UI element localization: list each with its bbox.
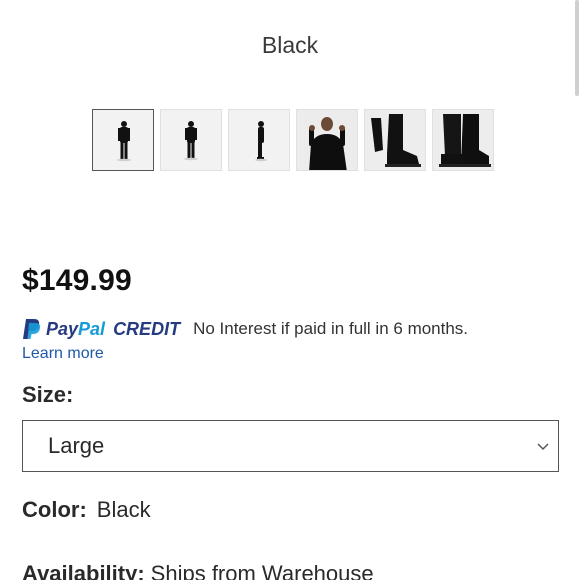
thumbnail-side[interactable] <box>228 109 290 171</box>
availability-value: Ships from Warehouse <box>150 561 374 580</box>
paypal-message: No Interest if paid in full in 6 months. <box>193 319 469 338</box>
boots-image-2 <box>433 110 493 170</box>
paypal-wordmark: PayPal <box>46 319 105 340</box>
paypal-word-pay: Pay <box>46 318 79 339</box>
figure-back-image <box>184 121 198 161</box>
availability-row: Availability: Ships from Warehouse <box>22 561 374 580</box>
paypal-logo[interactable]: PayPal CREDIT <box>22 318 180 340</box>
size-label: Size: <box>22 382 74 407</box>
color-title: Black <box>261 32 319 58</box>
size-selected-value: Large <box>48 433 105 458</box>
thumbnail-boots[interactable] <box>364 109 426 171</box>
chevron-down-icon <box>537 443 549 451</box>
paypal-credit-word: CREDIT <box>113 318 181 339</box>
boots-image <box>365 110 425 170</box>
color-value: Black <box>96 497 151 522</box>
color-row: Color: Black <box>22 497 151 523</box>
thumbnail-upper-body[interactable] <box>296 109 358 171</box>
paypal-p-icon <box>23 319 41 339</box>
upper-body-image <box>297 110 357 170</box>
figure-side-image <box>255 121 267 162</box>
thumbnail-strip <box>92 109 494 171</box>
thumbnail-front[interactable] <box>92 109 154 171</box>
availability-label: Availability: <box>22 561 145 580</box>
thumbnail-back[interactable] <box>160 109 222 171</box>
color-label: Color: <box>22 497 87 522</box>
product-price: $149.99 <box>22 264 132 297</box>
paypal-credit-banner: PayPal CREDIT No Interest if paid in ful… <box>22 318 468 340</box>
thumbnail-boots-2[interactable] <box>432 109 494 171</box>
size-select[interactable]: Large <box>22 420 559 472</box>
learn-more-link[interactable]: Learn more <box>22 345 104 363</box>
figure-front-image <box>117 121 131 162</box>
paypal-word-pal: Pal <box>78 318 106 339</box>
